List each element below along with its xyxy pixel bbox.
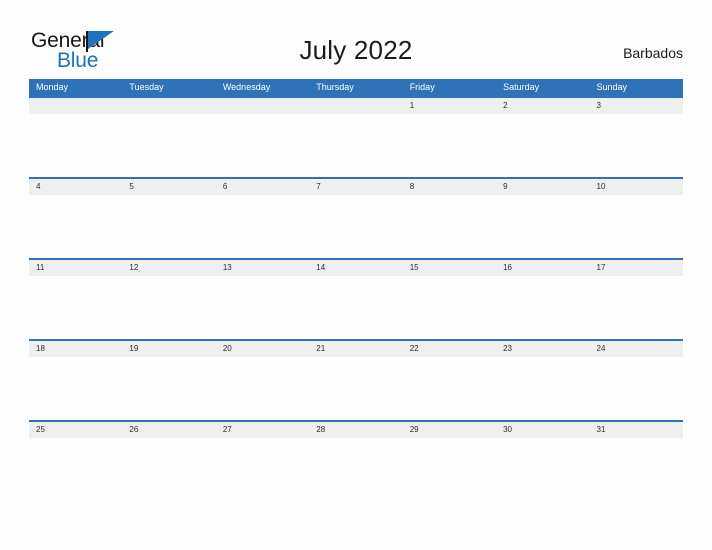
day-note-cell[interactable] — [29, 357, 122, 420]
date-number[interactable]: 20 — [216, 341, 309, 357]
day-header-wednesday: Wednesday — [222, 82, 271, 92]
week-note-area — [29, 195, 683, 258]
day-note-cell[interactable] — [496, 357, 589, 420]
day-note-cell[interactable] — [216, 195, 309, 258]
date-number[interactable]: 26 — [122, 422, 215, 438]
day-note-cell[interactable] — [216, 357, 309, 420]
date-number[interactable]: 10 — [590, 179, 683, 195]
date-number[interactable]: 12 — [122, 260, 215, 276]
date-number[interactable]: 23 — [496, 341, 589, 357]
date-number[interactable]: 1 — [403, 98, 496, 114]
day-note-cell[interactable] — [309, 438, 402, 501]
day-note-cell[interactable] — [309, 276, 402, 339]
date-number[interactable]: 15 — [403, 260, 496, 276]
date-number[interactable]: 18 — [29, 341, 122, 357]
date-number[interactable] — [216, 98, 309, 114]
day-note-cell[interactable] — [403, 114, 496, 177]
date-number[interactable]: 16 — [496, 260, 589, 276]
day-note-cell[interactable] — [122, 114, 215, 177]
date-number[interactable]: 8 — [403, 179, 496, 195]
day-note-cell[interactable] — [590, 276, 683, 339]
date-number[interactable]: 25 — [29, 422, 122, 438]
date-number[interactable]: 6 — [216, 179, 309, 195]
date-number[interactable]: 17 — [590, 260, 683, 276]
day-note-cell[interactable] — [29, 276, 122, 339]
calendar-week-row: 25 26 27 28 29 30 31 — [29, 420, 683, 501]
date-number[interactable]: 9 — [496, 179, 589, 195]
week-date-strip: 1 2 3 — [29, 96, 683, 114]
calendar-week-row: 4 5 6 7 8 9 10 — [29, 177, 683, 258]
day-header-tuesday: Tuesday — [129, 82, 164, 92]
calendar-week-row: 11 12 13 14 15 16 17 — [29, 258, 683, 339]
date-number[interactable]: 4 — [29, 179, 122, 195]
day-note-cell[interactable] — [309, 357, 402, 420]
week-note-area — [29, 438, 683, 501]
date-number[interactable] — [122, 98, 215, 114]
day-header-friday: Friday — [409, 82, 435, 92]
date-number[interactable]: 31 — [590, 422, 683, 438]
date-number[interactable]: 19 — [122, 341, 215, 357]
day-note-cell[interactable] — [496, 438, 589, 501]
day-header-monday: Monday — [36, 82, 69, 92]
day-note-cell[interactable] — [216, 438, 309, 501]
day-note-cell[interactable] — [403, 276, 496, 339]
day-note-cell[interactable] — [122, 438, 215, 501]
day-note-cell[interactable] — [496, 195, 589, 258]
day-note-cell[interactable] — [122, 195, 215, 258]
date-number[interactable]: 14 — [309, 260, 402, 276]
week-note-area — [29, 357, 683, 420]
date-number[interactable]: 2 — [496, 98, 589, 114]
day-note-cell[interactable] — [29, 438, 122, 501]
day-header-saturday: Saturday — [503, 82, 540, 92]
page-title: July 2022 — [299, 35, 413, 65]
week-date-strip: 11 12 13 14 15 16 17 — [29, 258, 683, 276]
day-note-cell[interactable] — [403, 357, 496, 420]
date-number[interactable]: 5 — [122, 179, 215, 195]
date-number[interactable]: 7 — [309, 179, 402, 195]
locale-label: Barbados — [623, 45, 683, 61]
day-note-cell[interactable] — [309, 114, 402, 177]
week-date-strip: 4 5 6 7 8 9 10 — [29, 177, 683, 195]
day-note-cell[interactable] — [590, 195, 683, 258]
week-note-area — [29, 114, 683, 177]
day-note-cell[interactable] — [496, 114, 589, 177]
day-note-cell[interactable] — [29, 114, 122, 177]
date-number[interactable] — [309, 98, 402, 114]
day-note-cell[interactable] — [403, 438, 496, 501]
calendar-week-row: 1 2 3 — [29, 96, 683, 177]
date-number[interactable]: 29 — [403, 422, 496, 438]
day-note-cell[interactable] — [29, 195, 122, 258]
day-note-cell[interactable] — [403, 195, 496, 258]
week-date-strip: 25 26 27 28 29 30 31 — [29, 420, 683, 438]
day-header-sunday: Sunday — [596, 82, 628, 92]
date-number[interactable]: 11 — [29, 260, 122, 276]
day-note-cell[interactable] — [216, 114, 309, 177]
calendar-grid: Monday Tuesday Wednesday Thursday Friday… — [29, 79, 683, 501]
date-number[interactable]: 28 — [309, 422, 402, 438]
day-note-cell[interactable] — [216, 276, 309, 339]
day-note-cell[interactable] — [496, 276, 589, 339]
date-number[interactable]: 21 — [309, 341, 402, 357]
week-note-area — [29, 276, 683, 339]
date-number[interactable]: 3 — [590, 98, 683, 114]
week-date-strip: 18 19 20 21 22 23 24 — [29, 339, 683, 357]
day-note-cell[interactable] — [590, 114, 683, 177]
day-of-week-header: Monday Tuesday Wednesday Thursday Friday… — [29, 79, 683, 96]
day-note-cell[interactable] — [590, 357, 683, 420]
day-header-thursday: Thursday — [316, 82, 354, 92]
date-number[interactable]: 13 — [216, 260, 309, 276]
page-header: General Blue July 2022 Barbados — [0, 0, 712, 79]
date-number[interactable]: 30 — [496, 422, 589, 438]
day-note-cell[interactable] — [122, 276, 215, 339]
day-note-cell[interactable] — [122, 357, 215, 420]
date-number[interactable]: 22 — [403, 341, 496, 357]
day-note-cell[interactable] — [590, 438, 683, 501]
date-number[interactable]: 24 — [590, 341, 683, 357]
calendar-week-row: 18 19 20 21 22 23 24 — [29, 339, 683, 420]
day-note-cell[interactable] — [309, 195, 402, 258]
date-number[interactable] — [29, 98, 122, 114]
date-number[interactable]: 27 — [216, 422, 309, 438]
